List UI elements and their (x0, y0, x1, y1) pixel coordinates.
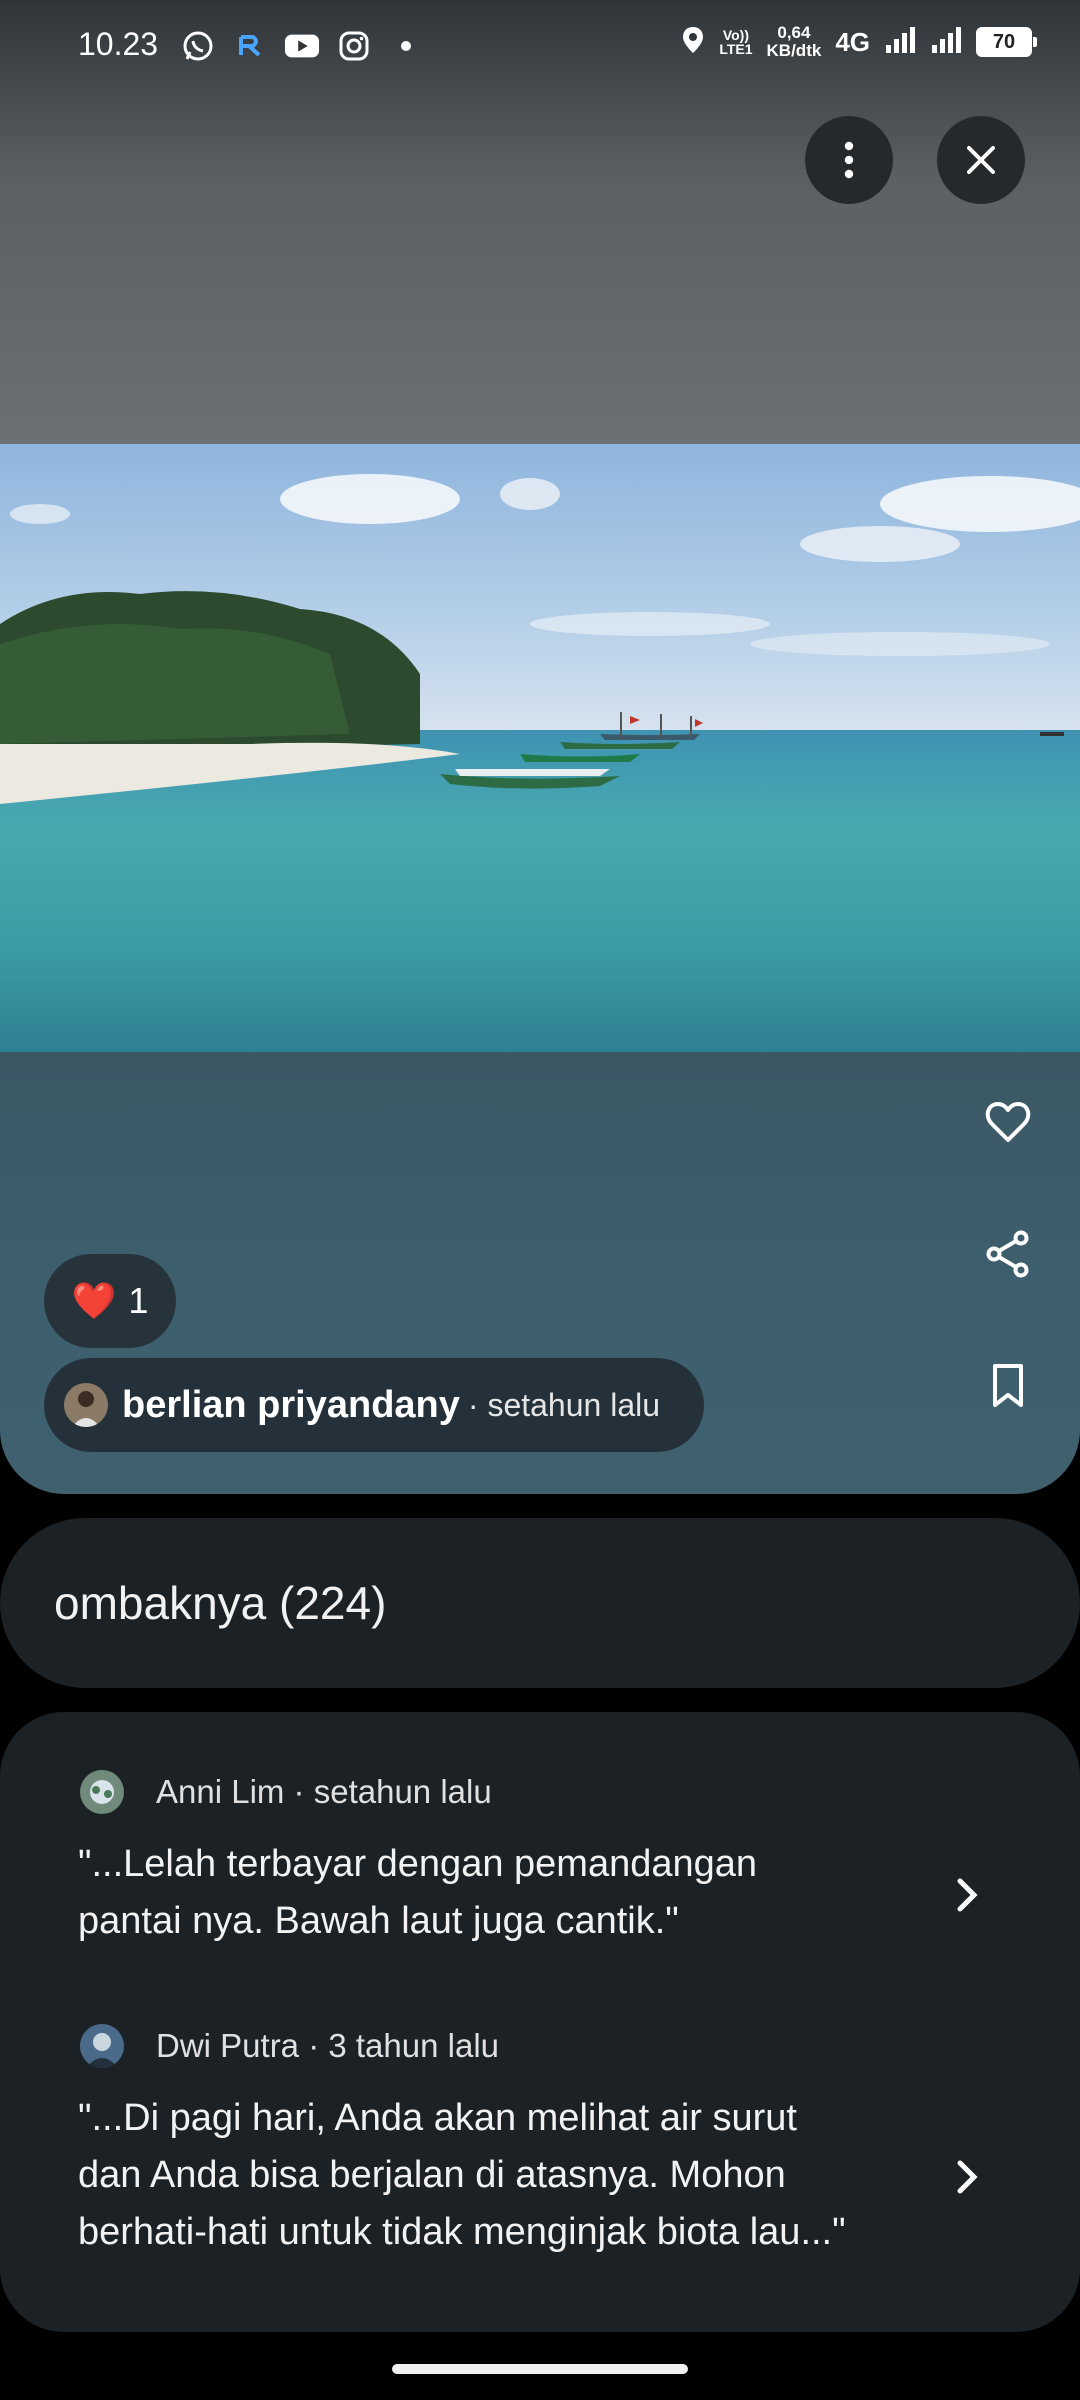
share-icon (986, 1230, 1029, 1278)
app-r-icon (232, 28, 268, 64)
review-line: dan Anda bisa berjalan di atasnya. Mohon (78, 2154, 786, 2196)
chevron-right-icon[interactable] (942, 1870, 992, 1920)
bookmark-icon (993, 1364, 1023, 1407)
whatsapp-icon (180, 28, 216, 64)
status-time: 10.23 (78, 26, 159, 62)
author-chip[interactable]: berlian priyandany · setahun lalu (44, 1358, 704, 1452)
like-button[interactable] (976, 1090, 1040, 1154)
network-speed-unit: KB/dtk (766, 41, 822, 60)
chevron-right-icon[interactable] (942, 2152, 992, 2202)
heart-icon: ❤️ (71, 1280, 117, 1321)
volte-top: Vo)) (722, 27, 750, 43)
dot-icon (388, 28, 424, 64)
reviews-card: Anni Lim · setahun lalu "...Lelah terbay… (0, 1712, 1080, 2332)
more-vert-icon (844, 141, 854, 179)
network-speed: 0,64 KB/dtk (767, 24, 822, 60)
topic-header[interactable]: ombaknya (224) (0, 1518, 1080, 1688)
signal-icon-2 (930, 25, 962, 60)
author-time: · setahun lalu (467, 1386, 661, 1423)
reaction-count: 1 (128, 1280, 149, 1321)
reviewer-avatar (80, 2024, 124, 2068)
review-text: "...Di pagi hari, Anda akan melihat air … (78, 2090, 918, 2261)
reaction-chip[interactable]: ❤️ 1 (44, 1254, 176, 1348)
close-icon (967, 146, 995, 174)
home-indicator[interactable] (392, 2364, 688, 2374)
photo-viewer-card: 10.23 Vo)) LTE1 0,64 KB/dtk 4G 70 ❤️ 1 b… (0, 0, 1080, 1494)
review-line: berhati-hati untuk tidak menginjak biota… (78, 2211, 846, 2253)
beach-photo[interactable] (0, 444, 1080, 1052)
review-meta: Anni Lim · setahun lalu (156, 1773, 492, 1810)
instagram-icon (336, 28, 372, 64)
location-icon (681, 25, 705, 60)
review-line: "...Di pagi hari, Anda akan melihat air … (78, 2097, 797, 2139)
save-button[interactable] (976, 1354, 1040, 1418)
volte-indicator: Vo)) LTE1 (719, 28, 752, 56)
signal-icon (884, 25, 916, 60)
youtube-icon (284, 28, 320, 64)
more-options-button[interactable] (805, 116, 893, 204)
topic-label: ombaknya (224) (54, 1577, 387, 1629)
status-app-icons (180, 28, 424, 64)
network-speed-value: 0,64 (777, 23, 811, 42)
network-type: 4G (835, 26, 870, 57)
review-header: Anni Lim · setahun lalu (80, 1770, 492, 1814)
reviewer-avatar (80, 1770, 124, 1814)
review-text: "...Lelah terbayar dengan pemandangan pa… (78, 1836, 918, 1950)
review-header: Dwi Putra · 3 tahun lalu (80, 2024, 499, 2068)
review-line: "...Lelah terbayar dengan pemandangan (78, 1843, 758, 1885)
share-button[interactable] (976, 1222, 1040, 1286)
status-bar: 10.23 Vo)) LTE1 0,64 KB/dtk 4G 70 (0, 0, 1080, 96)
close-button[interactable] (937, 116, 1025, 204)
author-avatar (64, 1383, 108, 1427)
author-name: berlian priyandany (122, 1383, 460, 1426)
review-line: pantai nya. Bawah laut juga cantik." (78, 1900, 679, 1942)
battery-indicator: 70 (976, 27, 1037, 57)
heart-outline-icon (985, 1102, 1031, 1142)
status-indicators: Vo)) LTE1 0,64 KB/dtk 4G 70 (681, 24, 1037, 60)
volte-bottom: LTE1 (719, 41, 753, 57)
review-meta: Dwi Putra · 3 tahun lalu (156, 2027, 500, 2064)
